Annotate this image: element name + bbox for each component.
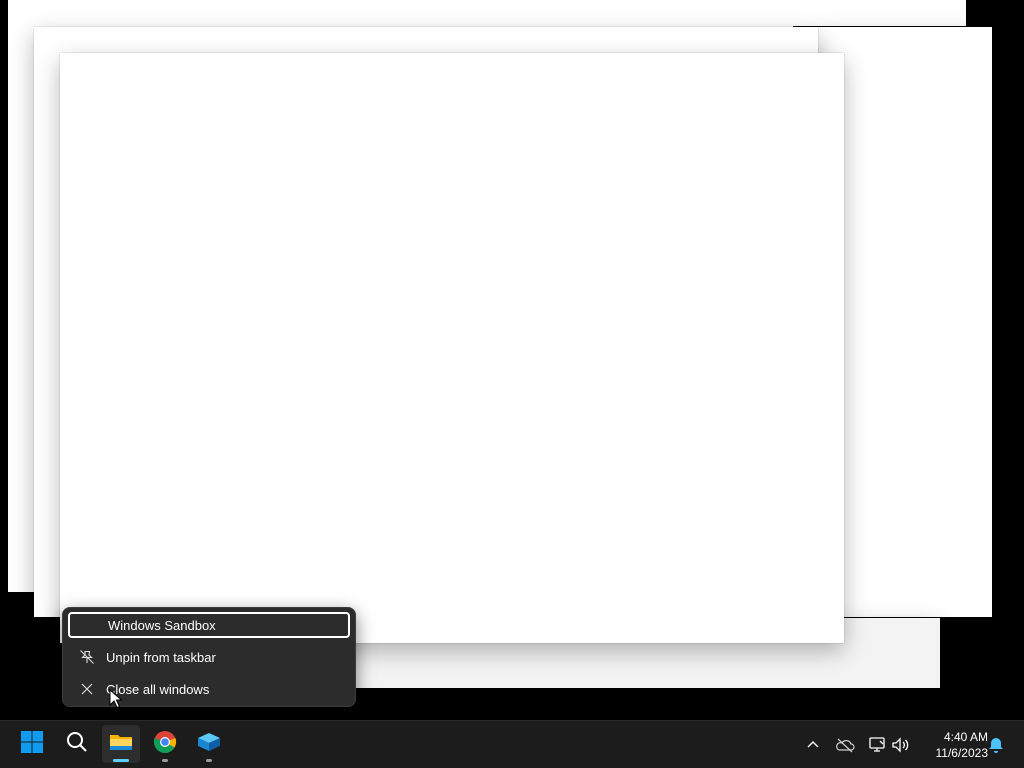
chevron-up-icon[interactable] — [801, 733, 825, 757]
windows-sandbox-button[interactable] — [190, 725, 228, 763]
start-button[interactable] — [13, 725, 51, 763]
menu-item-windows-sandbox[interactable]: Windows Sandbox — [68, 612, 350, 638]
background-window-3[interactable] — [818, 27, 992, 617]
background-window-2[interactable] — [793, 0, 966, 26]
unpin-icon — [68, 649, 106, 665]
foreground-window[interactable] — [60, 53, 844, 643]
sandbox-icon — [196, 730, 222, 759]
menu-item-unpin-from-taskbar[interactable]: Unpin from taskbar — [68, 644, 350, 670]
chrome-icon — [153, 730, 177, 759]
running-indicator — [162, 759, 168, 762]
running-indicator — [206, 759, 212, 762]
clock-date: 11/6/2023 — [935, 746, 989, 760]
clock-time: 4:40 AM — [943, 730, 988, 744]
file-explorer-button[interactable] — [102, 725, 140, 763]
close-icon — [68, 683, 106, 695]
network-icon[interactable] — [865, 733, 889, 757]
menu-item-label: Windows Sandbox — [108, 617, 216, 633]
taskbar-jump-list: Windows Sandbox Unpin from taskbar Close… — [62, 607, 356, 707]
search-button[interactable] — [58, 725, 96, 763]
folder-icon — [108, 730, 134, 759]
windows-logo-icon — [20, 730, 44, 759]
system-clock[interactable]: 4:40 AM 11/6/2023 — [918, 729, 989, 761]
volume-icon[interactable] — [889, 733, 913, 757]
search-icon — [65, 730, 89, 759]
bell-icon[interactable] — [984, 733, 1008, 757]
active-indicator — [113, 759, 129, 762]
chrome-button[interactable] — [146, 725, 184, 763]
menu-item-label: Unpin from taskbar — [106, 649, 216, 665]
mouse-cursor-icon — [109, 688, 123, 714]
onedrive-icon[interactable] — [833, 733, 857, 757]
taskbar: 4:40 AM 11/6/2023 — [0, 720, 1024, 768]
